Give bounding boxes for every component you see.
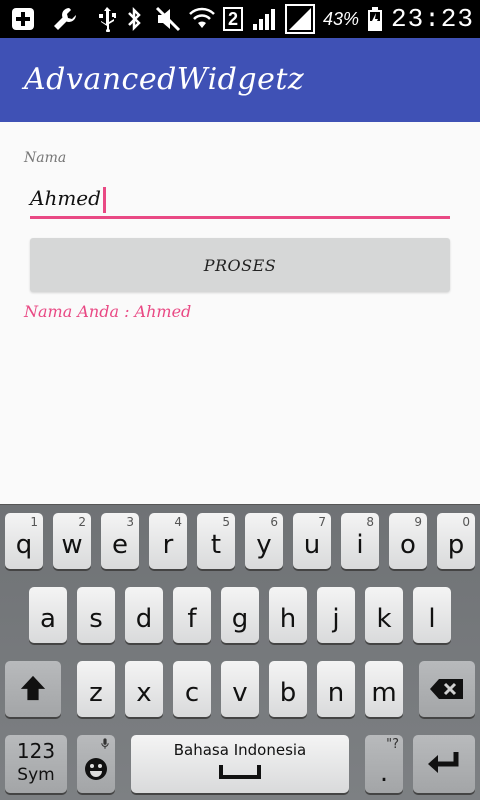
- key-z[interactable]: z: [77, 661, 115, 717]
- soft-keyboard: 1q 2w 3e 4r 5t 6y 7u 8i 9o 0p a s d f g …: [0, 504, 480, 800]
- name-input-underline: [30, 216, 450, 219]
- signal-icon: [252, 9, 275, 30]
- enter-key[interactable]: [413, 735, 475, 793]
- result-text: Nama Anda : Ahmed: [24, 302, 192, 321]
- key-g[interactable]: g: [221, 587, 259, 643]
- key-i[interactable]: 8i: [341, 513, 379, 569]
- app-title: AdvancedWidgetz: [24, 62, 305, 97]
- key-d[interactable]: d: [125, 587, 163, 643]
- period-key[interactable]: "? .: [365, 735, 403, 793]
- name-label: Nama: [24, 150, 67, 166]
- key-r[interactable]: 4r: [149, 513, 187, 569]
- emoji-icon: [85, 758, 107, 780]
- app-bar: AdvancedWidgetz: [0, 38, 480, 122]
- battery-percent: 43%: [322, 8, 359, 29]
- space-key[interactable]: Bahasa Indonesia: [131, 735, 349, 793]
- key-x[interactable]: x: [125, 661, 163, 717]
- key-w[interactable]: 2w: [53, 513, 91, 569]
- enter-icon: [428, 752, 459, 773]
- wrench-icon: [54, 8, 76, 30]
- key-t[interactable]: 5t: [197, 513, 235, 569]
- bluetooth-icon: [128, 6, 141, 32]
- mute-icon: [155, 6, 181, 32]
- status-bar-system: 2 43% 23:23: [121, 4, 474, 34]
- clock: 23:23: [390, 4, 474, 34]
- key-m[interactable]: m: [365, 661, 403, 717]
- proses-button[interactable]: PROSES: [30, 238, 450, 292]
- name-input-value: Ahmed: [30, 186, 101, 210]
- key-k[interactable]: k: [365, 587, 403, 643]
- key-v[interactable]: v: [221, 661, 259, 717]
- key-f[interactable]: f: [173, 587, 211, 643]
- text-cursor: [102, 186, 106, 213]
- symbols-key[interactable]: 123 Sym: [5, 735, 67, 793]
- key-h[interactable]: h: [269, 587, 307, 643]
- key-q[interactable]: 1q: [5, 513, 43, 569]
- space-bar-icon: [219, 765, 261, 779]
- backspace-icon: [430, 679, 463, 699]
- key-n[interactable]: n: [317, 661, 355, 717]
- key-l[interactable]: l: [413, 587, 451, 643]
- key-y[interactable]: 6y: [245, 513, 283, 569]
- key-c[interactable]: c: [173, 661, 211, 717]
- shift-icon: [20, 675, 46, 701]
- sim-badge: 2: [222, 7, 243, 31]
- key-s[interactable]: s: [77, 587, 115, 643]
- wifi-icon: [189, 7, 215, 28]
- signal-sim2-icon: [284, 4, 315, 34]
- key-o[interactable]: 9o: [389, 513, 427, 569]
- emoji-key[interactable]: [77, 735, 115, 793]
- name-input[interactable]: Ahmed: [30, 186, 106, 213]
- mic-icon: [101, 738, 109, 749]
- key-b[interactable]: b: [269, 661, 307, 717]
- usb-icon: [99, 7, 116, 32]
- key-e[interactable]: 3e: [101, 513, 139, 569]
- battery-charging-icon: [367, 7, 382, 31]
- add-icon: [12, 8, 34, 30]
- key-p[interactable]: 0p: [437, 513, 475, 569]
- shift-key[interactable]: [5, 661, 61, 717]
- status-bar: 2 43% 23:23: [0, 0, 480, 38]
- backspace-key[interactable]: [419, 661, 475, 717]
- key-a[interactable]: a: [29, 587, 67, 643]
- key-u[interactable]: 7u: [293, 513, 331, 569]
- form-content: Nama Ahmed PROSES Nama Anda : Ahmed: [0, 122, 480, 504]
- status-bar-notifications: [10, 4, 120, 34]
- key-j[interactable]: j: [317, 587, 355, 643]
